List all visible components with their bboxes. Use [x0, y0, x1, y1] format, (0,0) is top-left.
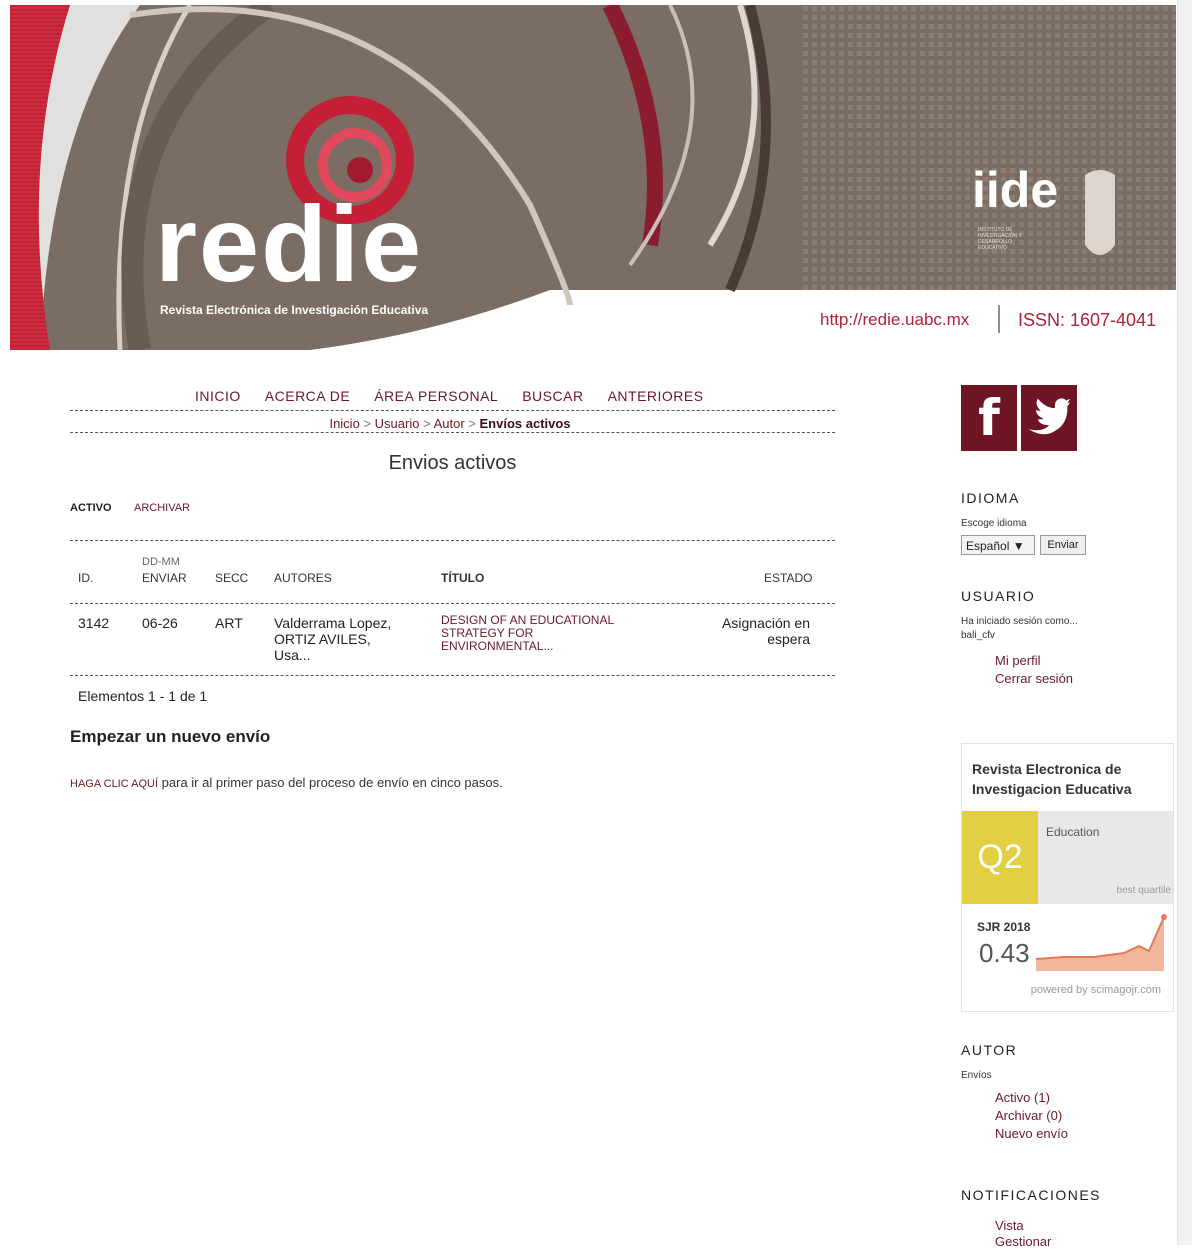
row-authors-line: Usa... [274, 647, 311, 663]
archived-submissions-link[interactable]: Archivar (0) [995, 1107, 1062, 1125]
quartile-badge: Q2 [962, 811, 1038, 904]
col-header-status: ESTADO [764, 571, 813, 585]
col-header-id: ID. [78, 571, 94, 585]
twitter-icon[interactable] [1021, 385, 1077, 451]
active-submissions-link[interactable]: Activo (1) [995, 1089, 1050, 1107]
row-status-line: espera [767, 631, 810, 647]
category-box: Education best quartile [1038, 811, 1173, 904]
logged-as-label: Ha iniciado sesión como... [961, 616, 1078, 627]
new-submission-description: para ir al primer paso del proceso de en… [161, 775, 503, 790]
divider [70, 432, 835, 433]
row-status-line: Asignación en [722, 615, 810, 631]
sjr-label: SJR 2018 [977, 920, 1031, 934]
tab-archivar[interactable]: ARCHIVAR [134, 502, 190, 514]
language-heading: IDIOMA [961, 490, 1020, 506]
iide-subtitle: INSTITUTO DE INVESTIGACIÓN Y DESARROLLO … [978, 227, 1022, 251]
tab-activo[interactable]: ACTIVO [70, 502, 112, 514]
submissions-label: Envíos [961, 1070, 992, 1081]
col-header-date-format: DD-MM [142, 556, 180, 568]
category-label: Education [1046, 825, 1100, 839]
site-url-link[interactable]: http://redie.uabc.mx [820, 310, 969, 330]
notifications-heading: NOTIFICACIONES [961, 1187, 1102, 1203]
new-submission-text: HAGA CLIC AQUÍ para ir al primer paso de… [70, 775, 503, 790]
row-status-link[interactable]: Asignación en espera [650, 615, 810, 647]
scimago-widget[interactable]: Revista Electronica de Investigacion Edu… [961, 743, 1174, 1012]
breadcrumb: Inicio > Usuario > Autor > Envíos activo… [0, 416, 900, 431]
breadcrumb-home[interactable]: Inicio [329, 416, 359, 431]
breadcrumb-user[interactable]: Usuario [375, 416, 420, 431]
breadcrumb-sep: > [423, 416, 431, 431]
col-header-title[interactable]: TÍTULO [441, 571, 484, 585]
logout-link[interactable]: Cerrar sesión [995, 670, 1073, 688]
breadcrumb-sep: > [468, 416, 476, 431]
powered-by-label: powered by scimagojr.com [1030, 984, 1161, 996]
logo-subtitle: Revista Electrónica de Investigación Edu… [160, 303, 429, 317]
username: bali_cfv [961, 630, 995, 641]
nav-item-anteriores[interactable]: ANTERIORES [608, 388, 704, 404]
row-date: 06-26 [142, 615, 178, 631]
scimago-title-line: Revista Electronica de [972, 761, 1122, 777]
facebook-glyph: f [978, 389, 1000, 447]
sjr-trend-sparkline [1035, 914, 1167, 971]
sjr-value: 0.43 [979, 938, 1030, 968]
language-select[interactable]: Español ▼ [961, 535, 1035, 555]
notifications-manage-link[interactable]: Gestionar [995, 1233, 1051, 1251]
nav-item-area-personal[interactable]: ÁREA PERSONAL [374, 388, 498, 404]
main-nav: INICIO ACERCA DE ÁREA PERSONAL BUSCAR AN… [195, 388, 704, 404]
header-banner: redie Revista Electrónica de Investigaci… [10, 5, 1176, 350]
redie-logo: redie [155, 183, 424, 304]
table-bottom-divider [70, 675, 835, 676]
user-heading: USUARIO [961, 588, 1036, 604]
row-title-link[interactable]: DESIGN OF AN EDUCATIONAL STRATEGY FOR EN… [441, 614, 614, 653]
nav-item-inicio[interactable]: INICIO [195, 388, 241, 404]
new-submission-heading: Empezar un nuevo envío [70, 727, 271, 746]
issn-label: ISSN: 1607-4041 [1018, 310, 1157, 330]
table-header-divider [70, 603, 835, 604]
facebook-icon[interactable]: f [961, 385, 1017, 451]
row-section: ART [215, 615, 243, 631]
row-id: 3142 [78, 615, 110, 631]
twitter-bird-icon [1028, 398, 1071, 435]
nav-item-acerca-de[interactable]: ACERCA DE [265, 388, 350, 404]
table-top-divider [70, 540, 835, 541]
col-header-date: ENVIAR [142, 571, 187, 585]
author-heading: AUTOR [961, 1042, 1018, 1058]
new-submission-link[interactable]: HAGA CLIC AQUÍ [70, 778, 158, 790]
col-header-authors: AUTORES [274, 571, 332, 585]
breadcrumb-sep: > [363, 416, 372, 431]
row-title-line: ENVIRONMENTAL... [441, 639, 554, 653]
row-authors: Valderrama Lopez, ORTIZ AVILES, Usa... [274, 615, 391, 663]
scimago-title-line: Investigacion Educativa [972, 781, 1132, 797]
page-title: Envios activos [388, 452, 517, 474]
my-profile-link[interactable]: Mi perfil [995, 652, 1041, 670]
iide-logo: iide [972, 162, 1059, 218]
pagination-info: Elementos 1 - 1 de 1 [78, 688, 208, 704]
new-submission-link-sidebar[interactable]: Nuevo envío [995, 1125, 1068, 1143]
language-label: Escoge idioma [961, 518, 1027, 529]
header-divider [998, 305, 1000, 333]
divider [70, 410, 835, 411]
language-submit-button[interactable]: Enviar [1040, 535, 1086, 555]
breadcrumb-author[interactable]: Autor [434, 416, 465, 431]
breadcrumb-current: Envíos activos [479, 416, 571, 431]
scimago-journal-title: Revista Electronica de Investigacion Edu… [972, 759, 1132, 799]
row-authors-line: ORTIZ AVILES, [274, 631, 371, 647]
page-scrollbar[interactable] [1177, 0, 1192, 1245]
row-authors-line: Valderrama Lopez, [274, 615, 392, 631]
best-quartile-label: best quartile [1116, 885, 1171, 896]
submission-tabs: ACTIVO ARCHIVAR [70, 502, 190, 514]
page: redie Revista Electrónica de Investigaci… [0, 0, 1192, 1249]
col-header-section: SECC [215, 571, 249, 585]
nav-item-buscar[interactable]: BUSCAR [522, 388, 583, 404]
